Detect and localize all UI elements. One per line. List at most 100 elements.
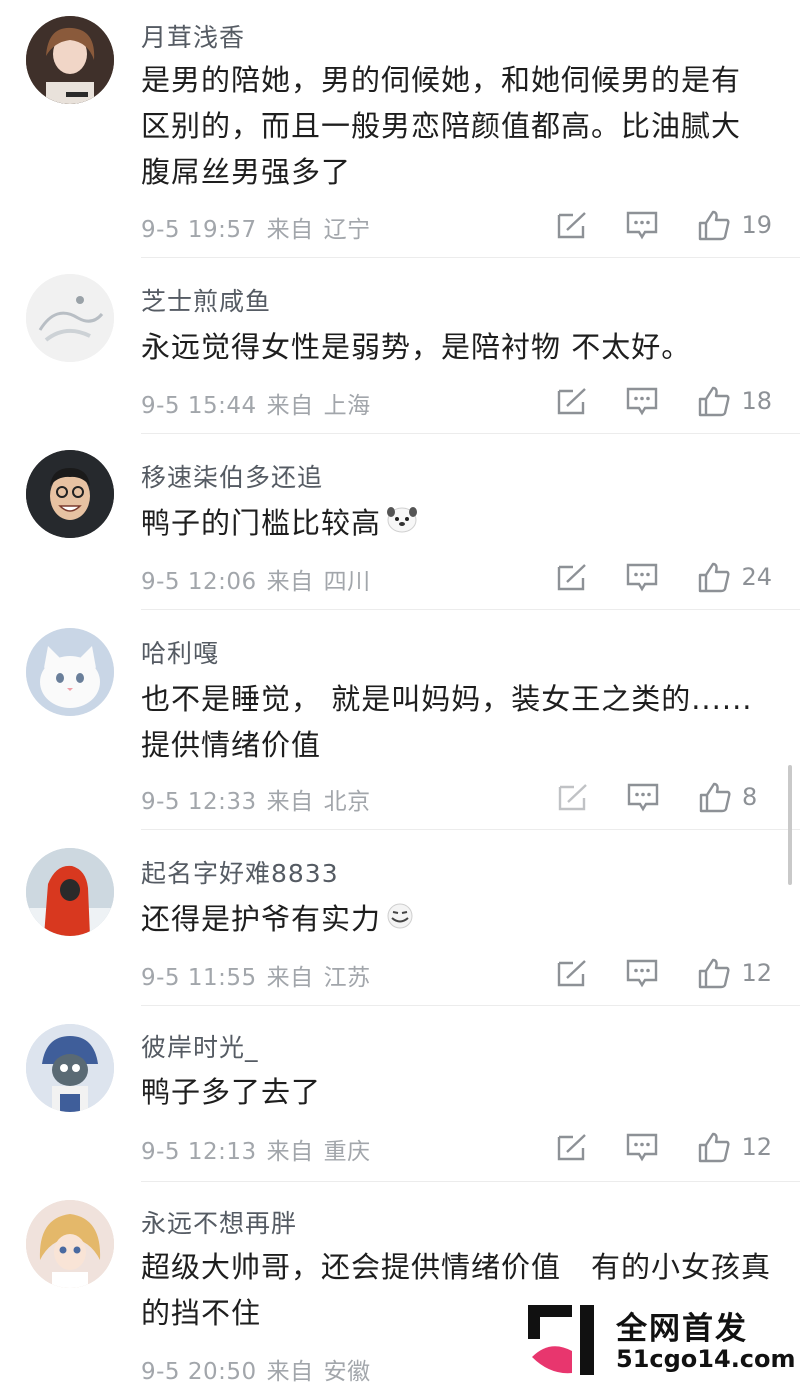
avatar[interactable]	[26, 274, 114, 362]
comment-meta: 9-5 12:13 来自 重庆	[141, 1132, 381, 1166]
thumbs-up-icon	[699, 782, 731, 813]
reply-icon[interactable]	[625, 386, 659, 416]
comment-username[interactable]: 起名字好难8833	[141, 854, 339, 890]
comment-location: 北京	[323, 789, 371, 815]
comment-item: 哈利嘎 也不是睡觉， 就是叫妈妈，装女王之类的......提供情绪价值 9-5 …	[0, 610, 800, 830]
reply-icon[interactable]	[625, 1132, 659, 1162]
avatar[interactable]	[26, 1200, 114, 1288]
share-icon[interactable]	[555, 1132, 589, 1162]
comment-item: 移速柒伯多还追 鸭子的门槛比较高 9-5 12:06 来自 四川 24	[0, 434, 800, 610]
avatar-sketch-icon	[26, 274, 114, 362]
share-icon[interactable]	[556, 782, 590, 812]
reply-icon[interactable]	[626, 782, 660, 812]
comment-actions: 18	[555, 383, 772, 419]
comment-username[interactable]: 移速柒伯多还追	[141, 458, 323, 494]
like-button[interactable]: 18	[697, 385, 772, 417]
comment-from-label: 来自	[266, 789, 314, 815]
comment-location: 辽宁	[323, 217, 371, 243]
comment-from-label: 来自	[266, 1139, 314, 1165]
smirk-emoji-icon	[385, 898, 415, 944]
like-count: 8	[742, 783, 758, 811]
comment-from-label: 来自	[266, 569, 314, 595]
comment-from-label: 来自	[266, 217, 314, 243]
comment-text: 还得是护爷有实力	[141, 902, 382, 936]
reply-icon[interactable]	[625, 562, 659, 592]
share-icon[interactable]	[555, 386, 589, 416]
comment-actions: 24	[555, 559, 772, 595]
like-count: 19	[741, 211, 772, 239]
avatar-woman-portrait-icon	[26, 16, 114, 104]
comment-date: 9-5 12:06	[141, 569, 257, 595]
avatar-white-cat-icon	[26, 628, 114, 716]
share-icon[interactable]	[555, 210, 589, 240]
comment-location: 重庆	[323, 1139, 371, 1165]
comment-from-label: 来自	[266, 393, 314, 419]
avatar[interactable]	[26, 450, 114, 538]
comment-location: 江苏	[323, 965, 371, 991]
avatar[interactable]	[26, 1024, 114, 1112]
thumbs-up-icon	[699, 210, 730, 241]
like-button[interactable]: 8	[698, 781, 772, 813]
avatar[interactable]	[26, 16, 114, 104]
comment-date: 9-5 11:55	[141, 965, 257, 991]
like-count: 18	[741, 387, 772, 415]
comment-actions: 19	[555, 207, 772, 243]
comment-text: 是男的陪她，男的伺候她，和她伺候男的是有区别的，而且一般男恋陪颜值都高。比油腻大…	[141, 63, 742, 189]
comment-meta: 9-5 12:33 来自 北京	[141, 782, 381, 816]
like-button[interactable]: 12	[697, 957, 772, 989]
comment-meta: 9-5 20:50 来自 安徽	[141, 1352, 381, 1385]
comment-item: 彼岸时光_ 鸭子多了去了 9-5 12:13 来自 重庆 12	[0, 1006, 800, 1182]
comment-text: 鸭子的门槛比较高	[141, 506, 382, 540]
comment-text: 永远觉得女性是弱势，是陪衬物 不太好。	[141, 330, 692, 364]
comment-username[interactable]: 彼岸时光_	[141, 1028, 259, 1064]
reply-icon[interactable]	[625, 210, 659, 240]
share-icon[interactable]	[555, 562, 589, 592]
comment-location: 安徽	[323, 1359, 371, 1385]
comment-username[interactable]: 永远不想再胖	[141, 1204, 297, 1240]
comment-meta: 9-5 19:57 来自 辽宁	[141, 210, 381, 244]
avatar-cartoon-girl-icon	[26, 1024, 114, 1112]
comment-actions: 12	[555, 955, 772, 991]
like-count: 12	[741, 1133, 772, 1161]
comment-actions: 8	[556, 779, 772, 815]
like-button[interactable]: 19	[697, 209, 772, 241]
thumbs-up-icon	[699, 562, 730, 593]
comment-meta: 9-5 15:44 来自 上海	[141, 386, 381, 420]
dog-face-emoji-icon	[385, 502, 419, 548]
comment-date: 9-5 19:57	[141, 217, 257, 243]
share-icon[interactable]	[555, 958, 589, 988]
like-count: 12	[741, 959, 772, 987]
comment-item: 芝士煎咸鱼 永远觉得女性是弱势，是陪衬物 不太好。 9-5 15:44 来自 上海 …	[0, 258, 800, 434]
comment-meta: 9-5 12:06 来自 四川	[141, 562, 381, 596]
comment-date: 9-5 20:50	[141, 1359, 257, 1385]
comment-username[interactable]: 月茸浅香	[141, 18, 245, 54]
comment-text: 也不是睡觉， 就是叫妈妈，装女王之类的......提供情绪价值	[141, 682, 753, 762]
comment-username[interactable]: 芝士煎咸鱼	[141, 282, 271, 318]
comment-location: 上海	[323, 393, 371, 419]
reply-icon[interactable]	[625, 958, 659, 988]
thumbs-up-icon	[699, 958, 730, 989]
comment-text: 鸭子多了去了	[141, 1075, 322, 1109]
comment-date: 9-5 15:44	[141, 393, 257, 419]
comment-from-label: 来自	[266, 1359, 314, 1385]
comment-meta: 9-5 11:55 来自 江苏	[141, 958, 381, 992]
comment-text-row: 还得是护爷有实力	[141, 896, 415, 944]
comment-location: 四川	[323, 569, 371, 595]
comment-item: 月茸浅香 是男的陪她，男的伺候她，和她伺候男的是有区别的，而且一般男恋陪颜值都高…	[0, 0, 800, 258]
comment-date: 9-5 12:33	[141, 789, 257, 815]
thumbs-up-icon	[699, 1132, 730, 1163]
comment-username[interactable]: 哈利嘎	[141, 634, 219, 670]
comment-text-row: 鸭子的门槛比较高	[141, 500, 419, 548]
avatar[interactable]	[26, 848, 114, 936]
like-button[interactable]: 12	[697, 1131, 772, 1163]
watermark-url: 51cgo14.com	[616, 1345, 796, 1373]
like-button[interactable]: 24	[697, 561, 772, 593]
comment-item: 起名字好难8833 还得是护爷有实力 9-5 11:55 来自 江苏 12	[0, 830, 800, 1006]
avatar-man-laughing-icon	[26, 450, 114, 538]
avatar-anime-girl-icon	[26, 1200, 114, 1288]
comment-actions: 12	[555, 1129, 772, 1165]
scrollbar[interactable]	[788, 765, 792, 885]
watermark: 全网首发 51cgo14.com	[520, 1295, 800, 1385]
avatar[interactable]	[26, 628, 114, 716]
like-count: 24	[741, 563, 772, 591]
